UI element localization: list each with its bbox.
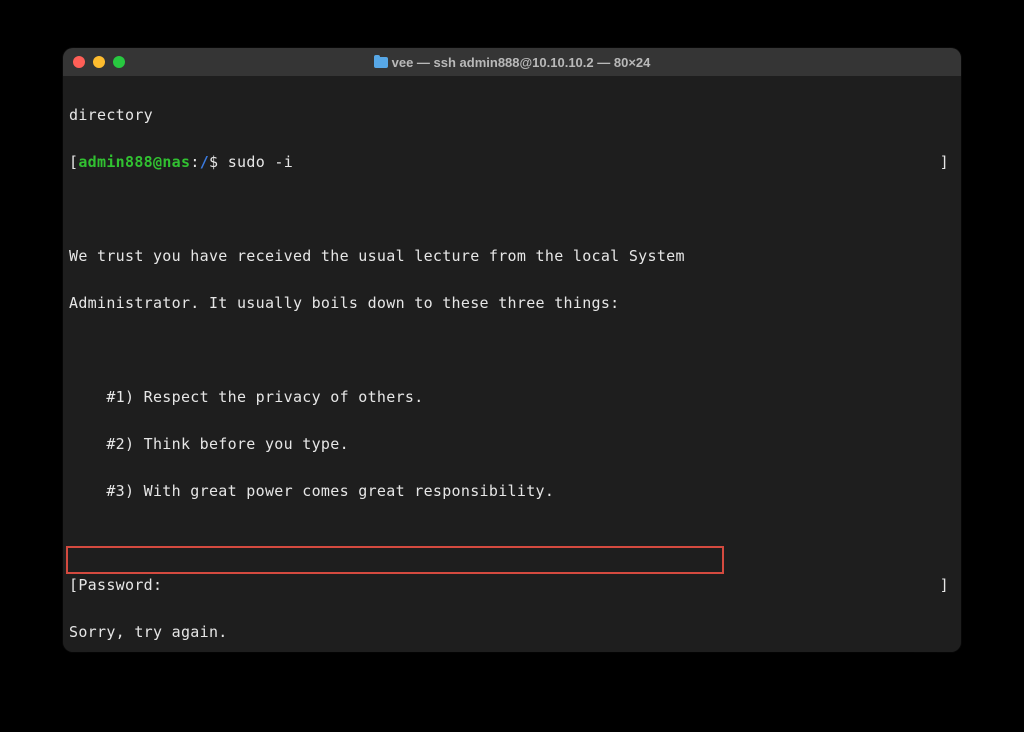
prompt-user: admin888: [78, 153, 153, 171]
output-line: #1) Respect the privacy of others.: [69, 388, 424, 406]
bracket: ]: [940, 574, 949, 598]
terminal-window: vee — ssh admin888@10.10.10.2 — 80×24 di…: [63, 48, 961, 652]
window-title: vee — ssh admin888@10.10.10.2 — 80×24: [63, 55, 961, 70]
prompt-path: /: [200, 153, 209, 171]
bracket: ]: [940, 151, 949, 175]
at: @: [153, 153, 162, 171]
prompt-symbol: $: [209, 153, 228, 171]
folder-icon: [374, 57, 388, 68]
terminal-body[interactable]: directory [admin888@nas:/$ sudo -i] We t…: [63, 76, 961, 652]
close-icon[interactable]: [73, 56, 85, 68]
output-line: Sorry, try again.: [69, 623, 228, 641]
output-line: Administrator. It usually boils down to …: [69, 294, 620, 312]
prompt-host: nas: [162, 153, 190, 171]
output-line: #2) Think before you type.: [69, 435, 349, 453]
titlebar[interactable]: vee — ssh admin888@10.10.10.2 — 80×24: [63, 48, 961, 76]
zoom-icon[interactable]: [113, 56, 125, 68]
traffic-lights: [73, 56, 125, 68]
output-line: Password:: [78, 576, 162, 594]
sep: :: [190, 153, 199, 171]
bracket: [: [69, 153, 78, 171]
output-line: We trust you have received the usual lec…: [69, 247, 685, 265]
minimize-icon[interactable]: [93, 56, 105, 68]
command-text: sudo -i: [228, 153, 293, 171]
output-line: #3) With great power comes great respons…: [69, 482, 554, 500]
output-line: directory: [69, 106, 153, 124]
annotation-highlight-box: [66, 546, 724, 574]
bracket: [: [69, 576, 78, 594]
title-text: vee — ssh admin888@10.10.10.2 — 80×24: [392, 55, 651, 70]
